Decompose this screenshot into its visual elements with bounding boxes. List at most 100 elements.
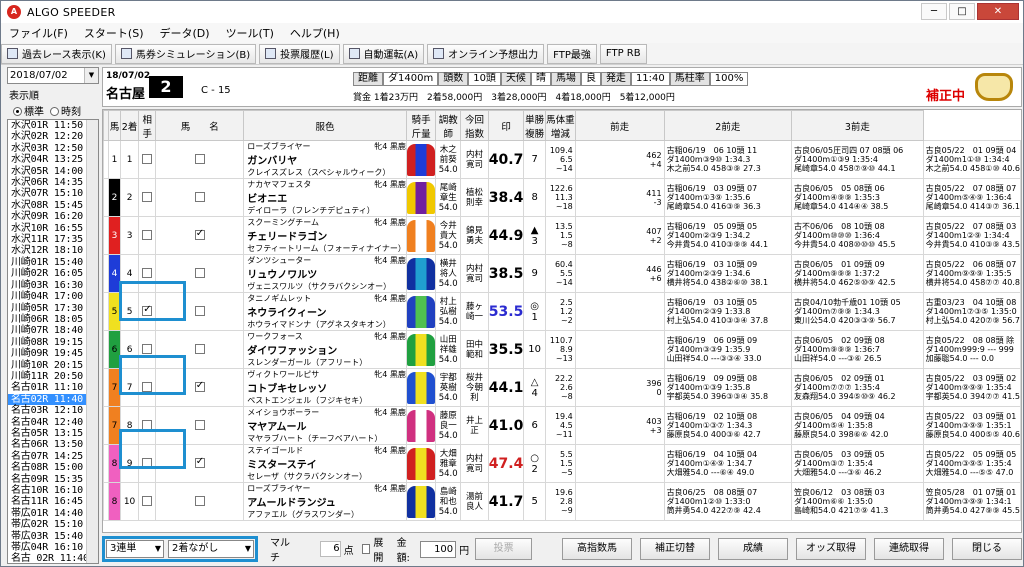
- race-list-item[interactable]: 水沢06R 14:35: [8, 177, 98, 188]
- past-race-3[interactable]: 古重03/23 04 10頭 08 ダ1400m1⑦③⑤ 1:35:0 村上弘54.…: [922, 292, 1021, 331]
- race-list-item[interactable]: 名古08R 15:00: [8, 462, 98, 473]
- race-list-item[interactable]: 名古 02R 11:40: [8, 553, 98, 563]
- race-list-scrollbar[interactable]: [86, 120, 98, 563]
- past-race-3[interactable]: 古良05/22 03 09頭 01 ダ1400m③⑨⑨ 1:35:1 藤原良54.0…: [922, 406, 1021, 445]
- close-window-button[interactable]: ✕: [977, 3, 1019, 20]
- action-button-3[interactable]: オッズ取得: [796, 538, 866, 560]
- past-race-2[interactable]: 古不06/06 08 10頭 08 ダ1400m⑩⑩⑩ 1:36:4 今井貴54.0…: [791, 216, 924, 255]
- race-list-item[interactable]: 名古09R 15:35: [8, 474, 98, 485]
- race-list-item[interactable]: 水沢10R 16:55: [8, 223, 98, 234]
- menu-item-3[interactable]: ツール(T): [218, 25, 282, 41]
- race-list-item[interactable]: 川崎02R 16:05: [8, 268, 98, 279]
- date-picker[interactable]: 2018/07/02 ▼: [7, 67, 99, 84]
- past-race-2[interactable]: 古良06/05 01 09頭 09 ダ1400m⑨⑨⑨ 1:37:2 横井将54.0…: [791, 254, 924, 293]
- race-list-item[interactable]: 名古04R 12:40: [8, 417, 98, 428]
- table-row[interactable]: 4 4 ダンツシューター 牝4 黒鹿 リュウノワルツ ヴェニスワルツ（サクラバクシンオー）…: [103, 254, 1021, 293]
- past-race-1[interactable]: 古稲06/19 05 09頭 05 ダ1400m②③9 1:34.2 今井貴54.0…: [663, 216, 793, 255]
- past-race-1[interactable]: 古稲06/19 04 10頭 04 ダ1400m①④⑨ 1:34.7 大畑雅54.0…: [663, 444, 793, 483]
- race-list-item[interactable]: 川崎07R 18:40: [8, 325, 98, 336]
- action-button-2[interactable]: 成績: [718, 538, 788, 560]
- race-list-item[interactable]: 水沢09R 16:20: [8, 211, 98, 222]
- toolbar-button-2[interactable]: 投票履歴(L): [259, 43, 340, 64]
- partner-checkbox[interactable]: [194, 192, 205, 203]
- partner-checkbox[interactable]: [194, 496, 205, 507]
- toolbar-button-4[interactable]: オンライン予想出力: [427, 43, 545, 64]
- toolbar-button-5[interactable]: FTP最強: [547, 43, 597, 64]
- race-list-item[interactable]: 帯広03R 15:40: [8, 531, 98, 542]
- second-place-checkbox[interactable]: [142, 154, 153, 165]
- partner-checkbox[interactable]: [194, 268, 205, 279]
- past-race-2[interactable]: 古良04/10勃千歳01 10頭 05 ダ1400m⑦⑨⑨ 1:34.3 東川公54…: [791, 292, 924, 331]
- menu-item-2[interactable]: データ(D): [152, 25, 218, 41]
- vote-button[interactable]: 投票: [475, 538, 532, 560]
- toolbar-button-6[interactable]: FTP RB: [599, 43, 647, 64]
- minimize-button[interactable]: ─: [921, 3, 947, 20]
- race-list-item[interactable]: 水沢08R 15:45: [8, 200, 98, 211]
- race-list-item[interactable]: 名古10R 16:10: [8, 485, 98, 496]
- second-place-checkbox[interactable]: [142, 344, 153, 355]
- past-race-3[interactable]: 古良05/22 01 09頭 04 ダ1400m1①⑩ 1:34:4 木之前54.0…: [922, 140, 1021, 179]
- radio-standard[interactable]: 標準: [13, 103, 44, 118]
- race-list-item[interactable]: 名古03R 12:10: [8, 405, 98, 416]
- race-list-item[interactable]: 名古07R 14:25: [8, 451, 98, 462]
- horse-name-cell[interactable]: ローズブライヤー 牝4 黒鹿 アムールドランジュ アファエル（グラスワンダー）: [243, 482, 407, 521]
- past-race-1[interactable]: 古稲06/19 03 10頭 09 ダ1400m②③9 1:34.6 横井将54.0…: [663, 254, 793, 293]
- table-row[interactable]: 7 8 メイショウボーラー 牝4 黒鹿 マヤアムール マヤラブハート（チーフベアハート） 藤…: [103, 406, 1021, 445]
- toolbar-button-3[interactable]: 自動運転(A): [342, 43, 425, 64]
- past-race-1[interactable]: 古稲06/19 03 10頭 05 ダ1400m②③9 1:33.8 村上弘54.0…: [663, 292, 793, 331]
- menu-item-1[interactable]: スタート(S): [76, 25, 152, 41]
- table-row[interactable]: 55 タニノギムレット牝4 黒鹿ネウライクィーンホウライマドンナ（アグネスタキオン…: [103, 292, 1021, 331]
- second-place-checkbox[interactable]: [142, 458, 153, 469]
- race-list-item[interactable]: 帯広04R 16:10: [8, 542, 98, 553]
- chevron-down-icon[interactable]: ▼: [84, 68, 98, 83]
- horse-name-cell[interactable]: ヴィクトワールピサ 牝4 黒鹿 コトブキセレッソ ペストエンジェル（フジキセキ）: [243, 368, 407, 407]
- past-race-3[interactable]: 古良05/22 08 08頭 除ダ1400m999:9 --- 999 加藤聡54…: [922, 330, 1021, 369]
- partner-checkbox[interactable]: [194, 380, 205, 393]
- race-list-item[interactable]: 名古05R 13:15: [8, 428, 98, 439]
- race-list-item[interactable]: 川崎10R 20:15: [8, 360, 98, 371]
- partner-checkbox[interactable]: [194, 306, 205, 317]
- table-row[interactable]: 1 1 ローズブライヤー 牝4 黒鹿 ガンバリヤ クレイスズレス（スペシャルウィーク） 木之…: [103, 140, 1021, 179]
- second-place-checkbox[interactable]: [142, 496, 153, 507]
- past-race-3[interactable]: 古良05/22 06 08頭 07 ダ1400m⑨⑨⑨ 1:35:5 横井将54.0…: [922, 254, 1021, 293]
- horse-name-cell[interactable]: ローズブライヤー 牝4 黒鹿 ガンバリヤ クレイスズレス（スペシャルウィーク）: [243, 140, 407, 179]
- table-row[interactable]: 8 10 ローズブライヤー 牝4 黒鹿 アムールドランジュ アファエル（グラスワンダー） 島…: [103, 482, 1021, 521]
- past-race-2[interactable]: 古良06/05圧司四 07 08頭 06 ダ1400m①③9 1:35:4 尾崎章5…: [791, 140, 924, 179]
- table-row[interactable]: 89 ステイゴールド牝4 黒鹿ミスターステイセレーザ（サクラバクシンオー） 大畑 雅…: [103, 444, 1021, 483]
- table-row[interactable]: 2 2 ナカヤマフェスタ 牝4 黒鹿 ビオニエ デイローラ（フレンチデピュティ） 尾崎 章生…: [103, 178, 1021, 217]
- race-list-item[interactable]: 水沢12R 18:10: [8, 245, 98, 256]
- horse-name-cell[interactable]: ワークフォース 牝4 黒鹿 ダイワファッション スレンダーガール（アフリート）: [243, 330, 407, 369]
- past-race-3[interactable]: 古良05/22 05 09頭 05 ダ1400m③⑨⑤ 1:35:4 大畑雅54.0…: [922, 444, 1021, 483]
- past-race-1[interactable]: 古稲06/19 03 09頭 07 ダ1400m①3⑨ 1:35.6 尾崎章54.0…: [663, 178, 793, 217]
- past-race-2[interactable]: 古良06/05 02 09頭 08 ダ1400m⑨⑨⑨ 1:36:7 山田祥54.0…: [791, 330, 924, 369]
- race-list-item[interactable]: 川崎04R 17:00: [8, 291, 98, 302]
- menu-item-0[interactable]: ファイル(F): [1, 25, 76, 41]
- past-race-1[interactable]: 古稲06/19 09 09頭 08 ダ1400m①③9 1:35.8 宇都英54.0…: [663, 368, 793, 407]
- horseshoe-icon[interactable]: [975, 73, 1013, 101]
- past-race-2[interactable]: 古良06/05 03 09頭 05 ダ1400m③⑦ 1:35:4 大畑雅54.0 …: [791, 444, 924, 483]
- maximize-button[interactable]: □: [949, 3, 975, 20]
- action-button-5[interactable]: 閉じる: [952, 538, 1022, 560]
- past-race-1[interactable]: 古稲06/19 06 10頭 11 ダ1400m③9⑩ 1:34.3 木之前54.0…: [663, 140, 793, 179]
- past-race-3[interactable]: 笠良05/28 01 07頭 01 ダ1400m③⑨⑨ 1:34:1 筒井勇54.0…: [922, 482, 1021, 521]
- bet-mode-select[interactable]: 2着ながし ▼: [168, 540, 254, 558]
- past-race-3[interactable]: 古良05/22 07 08頭 07 ダ1400m⑤④⑨ 1:36:4 尾崎章54.0…: [922, 178, 1021, 217]
- horse-name-cell[interactable]: スクーミングチーム 牝4 黒鹿 チェリードラゴン セフティートリーム（フォーティナイナ…: [243, 216, 407, 255]
- amount-input[interactable]: 100: [419, 540, 457, 558]
- race-list-item[interactable]: 川崎06R 18:05: [8, 314, 98, 325]
- past-race-1[interactable]: 古稲06/19 02 10頭 08 ダ1400m①③⑦ 1:34.3 藤原良54.0…: [663, 406, 793, 445]
- past-race-3[interactable]: 古良05/22 03 09頭 02 ダ1400m⑨⑨⑨ 1:35:4 宇都英54.0…: [922, 368, 1021, 407]
- horse-name-cell[interactable]: ステイゴールド 牝4 黒鹿 ミスターステイ セレーザ（サクラバクシンオー）: [243, 444, 407, 483]
- past-race-2[interactable]: 古良06/05 05 08頭 06 ダ1400m④⑨⑨ 1:35:3 尾崎章54.0…: [791, 178, 924, 217]
- partner-checkbox[interactable]: [194, 456, 205, 469]
- radio-on-icon[interactable]: [13, 107, 22, 116]
- toolbar-button-0[interactable]: 過去レース表示(K): [1, 43, 112, 64]
- race-list-item[interactable]: 水沢01R 11:50: [8, 120, 98, 131]
- race-list-item[interactable]: 水沢04R 13:25: [8, 154, 98, 165]
- table-row[interactable]: 6 6 ワークフォース 牝4 黒鹿 ダイワファッション スレンダーガール（アフリート） 山田…: [103, 330, 1021, 369]
- past-race-3[interactable]: 古良05/22 07 08頭 03 ダ1400m1②⑨ 1:34:4 今井貴54.0…: [922, 216, 1021, 255]
- race-list-item[interactable]: 水沢11R 17:35: [8, 234, 98, 245]
- bet-type-select[interactable]: 3連単 ▼: [106, 540, 164, 558]
- race-list-item[interactable]: 川崎01R 15:40: [8, 257, 98, 268]
- action-button-4[interactable]: 連続取得: [874, 538, 944, 560]
